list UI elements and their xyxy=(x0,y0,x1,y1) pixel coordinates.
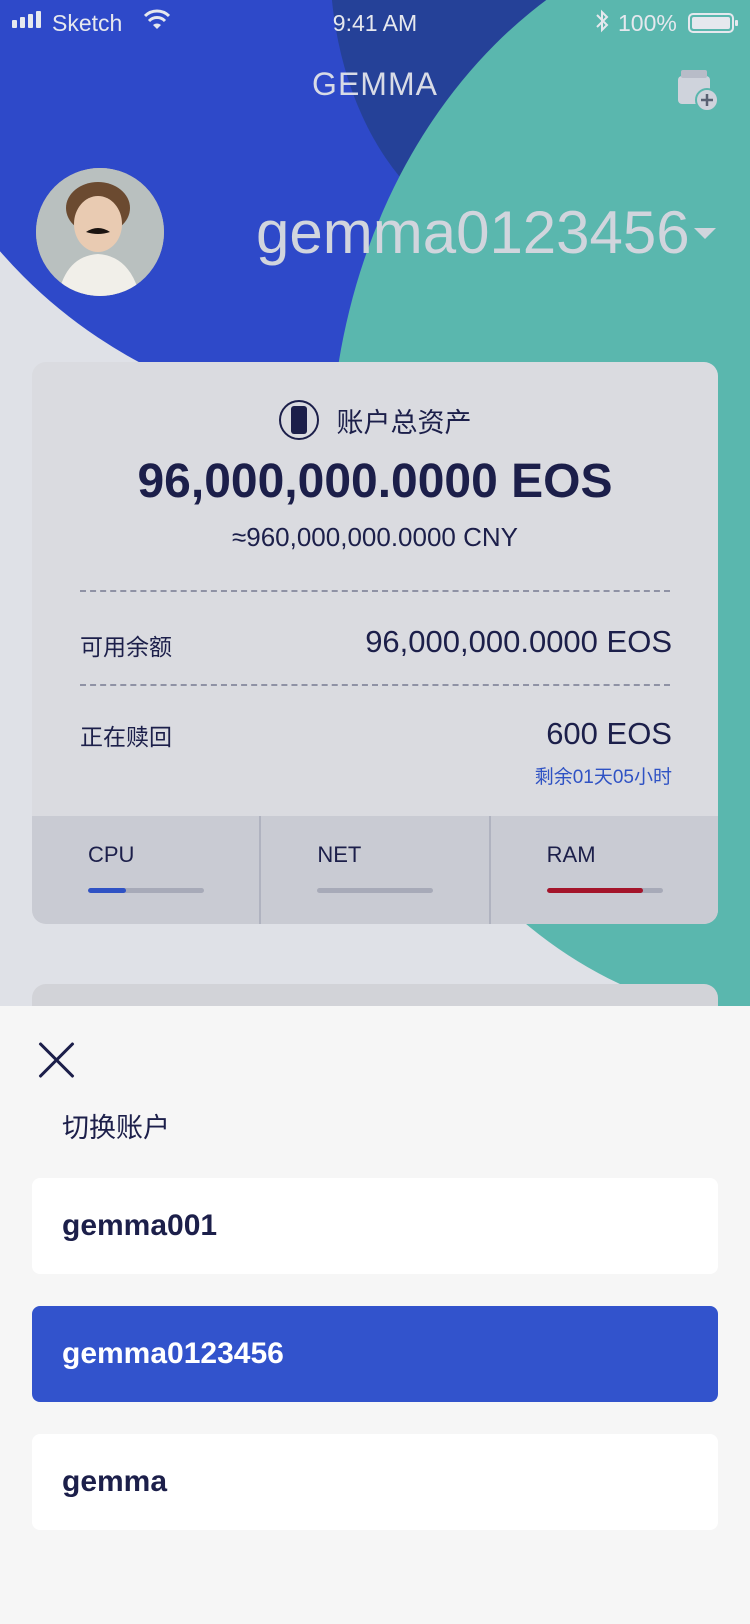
switch-account-sheet: 切换账户 gemma001 gemma0123456 gemma xyxy=(0,1006,750,1624)
divider xyxy=(80,590,670,592)
resource-bar-fill xyxy=(546,888,643,893)
account-option[interactable]: gemma0123456 xyxy=(32,1306,718,1402)
resource-label: CPU xyxy=(88,842,135,867)
avatar-image xyxy=(36,168,164,296)
asset-card-title: 账户总资产 xyxy=(336,407,472,438)
redeeming-value: 600 EOS xyxy=(546,716,672,751)
account-option[interactable]: gemma001 xyxy=(32,1178,718,1274)
account-option[interactable]: gemma xyxy=(32,1434,718,1530)
divider xyxy=(80,684,670,686)
available-label: 可用余额 xyxy=(80,634,172,660)
total-cny-value: ≈960,000,000.0000 CNY xyxy=(231,522,519,552)
resource-bar xyxy=(88,888,204,893)
chevron-down-icon[interactable] xyxy=(694,228,716,239)
available-value: 96,000,000.0000 EOS xyxy=(365,624,672,659)
resource-label: NET xyxy=(317,842,362,867)
battery-icon xyxy=(688,13,738,33)
resource-bar xyxy=(546,888,663,893)
eos-coin-icon xyxy=(278,400,319,440)
bluetooth-icon xyxy=(596,9,609,33)
resource-ram[interactable]: RAM xyxy=(488,816,718,924)
resource-label: RAM xyxy=(546,842,596,867)
wallet-add-icon[interactable] xyxy=(675,66,719,114)
asset-card: 账户总资产 96,000,000.0000 EOS ≈960,000,000.0… xyxy=(32,362,718,924)
redeeming-remaining: 剩余01天05小时 xyxy=(534,767,672,788)
resource-bar xyxy=(317,888,434,893)
close-icon[interactable] xyxy=(36,1040,76,1080)
battery-percent: 100% xyxy=(618,10,677,36)
redeeming-label: 正在赎回 xyxy=(80,724,172,750)
resource-strip: CPU NET RAM xyxy=(32,816,718,924)
avatar[interactable] xyxy=(36,168,164,296)
app-title: GEMMA xyxy=(312,66,438,102)
asset-card-header: 账户总资产 xyxy=(32,400,718,440)
resource-cpu[interactable]: CPU xyxy=(32,816,259,924)
total-eos-value: 96,000,000.0000 EOS xyxy=(137,455,613,508)
status-bar: Sketch 9:41 AM 100% xyxy=(0,0,750,44)
resource-net[interactable]: NET xyxy=(259,816,488,924)
account-name[interactable]: gemma0123456 xyxy=(256,198,690,267)
sheet-title: 切换账户 xyxy=(62,1113,170,1143)
resource-bar-fill xyxy=(88,888,127,893)
